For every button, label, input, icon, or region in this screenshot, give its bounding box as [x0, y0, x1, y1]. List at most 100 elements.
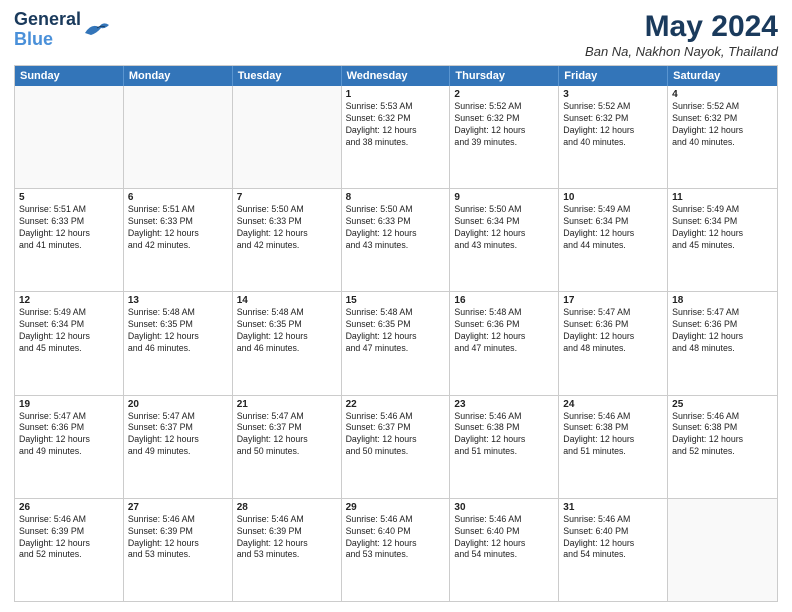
calendar-cell: 16Sunrise: 5:48 AMSunset: 6:36 PMDayligh… [450, 292, 559, 394]
day-header-wednesday: Wednesday [342, 66, 451, 86]
logo-text: GeneralBlue [14, 10, 81, 50]
calendar-cell: 19Sunrise: 5:47 AMSunset: 6:36 PMDayligh… [15, 396, 124, 498]
day-number: 31 [563, 502, 663, 513]
calendar-cell: 2Sunrise: 5:52 AMSunset: 6:32 PMDaylight… [450, 86, 559, 188]
day-number: 21 [237, 399, 337, 410]
day-info: Sunrise: 5:52 AMSunset: 6:32 PMDaylight:… [563, 101, 663, 149]
day-info: Sunrise: 5:53 AMSunset: 6:32 PMDaylight:… [346, 101, 446, 149]
calendar-cell: 18Sunrise: 5:47 AMSunset: 6:36 PMDayligh… [668, 292, 777, 394]
day-number: 11 [672, 192, 773, 203]
day-header-monday: Monday [124, 66, 233, 86]
calendar-cell: 3Sunrise: 5:52 AMSunset: 6:32 PMDaylight… [559, 86, 668, 188]
day-number: 2 [454, 89, 554, 100]
day-info: Sunrise: 5:52 AMSunset: 6:32 PMDaylight:… [454, 101, 554, 149]
day-info: Sunrise: 5:47 AMSunset: 6:36 PMDaylight:… [563, 307, 663, 355]
day-info: Sunrise: 5:47 AMSunset: 6:36 PMDaylight:… [19, 411, 119, 459]
calendar-cell: 29Sunrise: 5:46 AMSunset: 6:40 PMDayligh… [342, 499, 451, 601]
calendar-row: 5Sunrise: 5:51 AMSunset: 6:33 PMDaylight… [15, 189, 777, 292]
day-info: Sunrise: 5:46 AMSunset: 6:37 PMDaylight:… [346, 411, 446, 459]
day-info: Sunrise: 5:47 AMSunset: 6:37 PMDaylight:… [128, 411, 228, 459]
calendar-cell: 10Sunrise: 5:49 AMSunset: 6:34 PMDayligh… [559, 189, 668, 291]
day-number: 6 [128, 192, 228, 203]
day-header-sunday: Sunday [15, 66, 124, 86]
title-area: May 2024 Ban Na, Nakhon Nayok, Thailand [585, 10, 778, 59]
day-number: 26 [19, 502, 119, 513]
day-number: 7 [237, 192, 337, 203]
day-number: 9 [454, 192, 554, 203]
calendar-cell: 26Sunrise: 5:46 AMSunset: 6:39 PMDayligh… [15, 499, 124, 601]
calendar-header: SundayMondayTuesdayWednesdayThursdayFrid… [15, 66, 777, 86]
calendar-cell: 6Sunrise: 5:51 AMSunset: 6:33 PMDaylight… [124, 189, 233, 291]
calendar-cell [124, 86, 233, 188]
calendar-cell: 14Sunrise: 5:48 AMSunset: 6:35 PMDayligh… [233, 292, 342, 394]
header: GeneralBlue May 2024 Ban Na, Nakhon Nayo… [14, 10, 778, 59]
day-number: 16 [454, 295, 554, 306]
calendar-cell: 30Sunrise: 5:46 AMSunset: 6:40 PMDayligh… [450, 499, 559, 601]
day-number: 18 [672, 295, 773, 306]
day-info: Sunrise: 5:47 AMSunset: 6:37 PMDaylight:… [237, 411, 337, 459]
day-info: Sunrise: 5:52 AMSunset: 6:32 PMDaylight:… [672, 101, 773, 149]
day-info: Sunrise: 5:50 AMSunset: 6:34 PMDaylight:… [454, 204, 554, 252]
calendar-cell: 1Sunrise: 5:53 AMSunset: 6:32 PMDaylight… [342, 86, 451, 188]
calendar-cell: 5Sunrise: 5:51 AMSunset: 6:33 PMDaylight… [15, 189, 124, 291]
day-number: 23 [454, 399, 554, 410]
calendar-row: 19Sunrise: 5:47 AMSunset: 6:36 PMDayligh… [15, 396, 777, 499]
calendar-row: 12Sunrise: 5:49 AMSunset: 6:34 PMDayligh… [15, 292, 777, 395]
calendar-cell: 25Sunrise: 5:46 AMSunset: 6:38 PMDayligh… [668, 396, 777, 498]
calendar-cell: 9Sunrise: 5:50 AMSunset: 6:34 PMDaylight… [450, 189, 559, 291]
day-info: Sunrise: 5:46 AMSunset: 6:40 PMDaylight:… [346, 514, 446, 562]
day-number: 22 [346, 399, 446, 410]
day-number: 4 [672, 89, 773, 100]
calendar-cell [233, 86, 342, 188]
day-info: Sunrise: 5:46 AMSunset: 6:38 PMDaylight:… [563, 411, 663, 459]
day-info: Sunrise: 5:46 AMSunset: 6:40 PMDaylight:… [454, 514, 554, 562]
day-info: Sunrise: 5:48 AMSunset: 6:35 PMDaylight:… [237, 307, 337, 355]
calendar-cell: 15Sunrise: 5:48 AMSunset: 6:35 PMDayligh… [342, 292, 451, 394]
calendar-cell: 8Sunrise: 5:50 AMSunset: 6:33 PMDaylight… [342, 189, 451, 291]
day-number: 15 [346, 295, 446, 306]
day-info: Sunrise: 5:49 AMSunset: 6:34 PMDaylight:… [563, 204, 663, 252]
calendar-title: May 2024 [585, 10, 778, 44]
calendar-cell: 22Sunrise: 5:46 AMSunset: 6:37 PMDayligh… [342, 396, 451, 498]
day-header-tuesday: Tuesday [233, 66, 342, 86]
day-info: Sunrise: 5:51 AMSunset: 6:33 PMDaylight:… [19, 204, 119, 252]
day-number: 19 [19, 399, 119, 410]
calendar-cell: 31Sunrise: 5:46 AMSunset: 6:40 PMDayligh… [559, 499, 668, 601]
day-number: 5 [19, 192, 119, 203]
calendar-cell: 12Sunrise: 5:49 AMSunset: 6:34 PMDayligh… [15, 292, 124, 394]
day-info: Sunrise: 5:48 AMSunset: 6:35 PMDaylight:… [346, 307, 446, 355]
day-header-saturday: Saturday [668, 66, 777, 86]
calendar-row: 26Sunrise: 5:46 AMSunset: 6:39 PMDayligh… [15, 499, 777, 601]
calendar-cell: 27Sunrise: 5:46 AMSunset: 6:39 PMDayligh… [124, 499, 233, 601]
calendar-cell: 21Sunrise: 5:47 AMSunset: 6:37 PMDayligh… [233, 396, 342, 498]
calendar-cell: 24Sunrise: 5:46 AMSunset: 6:38 PMDayligh… [559, 396, 668, 498]
calendar-cell: 20Sunrise: 5:47 AMSunset: 6:37 PMDayligh… [124, 396, 233, 498]
calendar-cell: 7Sunrise: 5:50 AMSunset: 6:33 PMDaylight… [233, 189, 342, 291]
day-number: 30 [454, 502, 554, 513]
day-info: Sunrise: 5:46 AMSunset: 6:39 PMDaylight:… [19, 514, 119, 562]
calendar-cell: 11Sunrise: 5:49 AMSunset: 6:34 PMDayligh… [668, 189, 777, 291]
day-number: 17 [563, 295, 663, 306]
day-number: 8 [346, 192, 446, 203]
calendar-cell: 28Sunrise: 5:46 AMSunset: 6:39 PMDayligh… [233, 499, 342, 601]
calendar-cell: 23Sunrise: 5:46 AMSunset: 6:38 PMDayligh… [450, 396, 559, 498]
calendar-cell: 4Sunrise: 5:52 AMSunset: 6:32 PMDaylight… [668, 86, 777, 188]
day-info: Sunrise: 5:46 AMSunset: 6:40 PMDaylight:… [563, 514, 663, 562]
page: GeneralBlue May 2024 Ban Na, Nakhon Nayo… [0, 0, 792, 612]
day-header-friday: Friday [559, 66, 668, 86]
day-number: 1 [346, 89, 446, 100]
day-header-thursday: Thursday [450, 66, 559, 86]
day-number: 27 [128, 502, 228, 513]
day-number: 24 [563, 399, 663, 410]
calendar-subtitle: Ban Na, Nakhon Nayok, Thailand [585, 44, 778, 59]
calendar-cell [15, 86, 124, 188]
logo: GeneralBlue [14, 10, 111, 50]
calendar-cell: 13Sunrise: 5:48 AMSunset: 6:35 PMDayligh… [124, 292, 233, 394]
day-number: 12 [19, 295, 119, 306]
day-info: Sunrise: 5:49 AMSunset: 6:34 PMDaylight:… [19, 307, 119, 355]
day-info: Sunrise: 5:50 AMSunset: 6:33 PMDaylight:… [237, 204, 337, 252]
day-number: 28 [237, 502, 337, 513]
logo-bird-icon [83, 19, 111, 41]
day-info: Sunrise: 5:50 AMSunset: 6:33 PMDaylight:… [346, 204, 446, 252]
calendar-body: 1Sunrise: 5:53 AMSunset: 6:32 PMDaylight… [15, 86, 777, 601]
